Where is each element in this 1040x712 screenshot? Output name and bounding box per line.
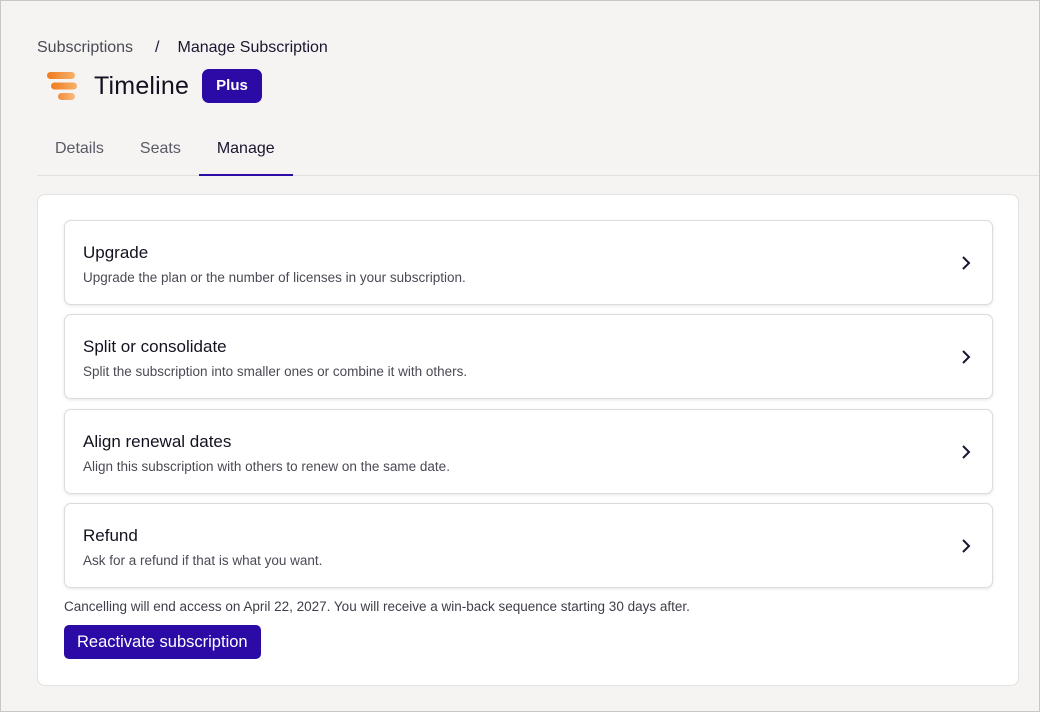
- align-renewal-option[interactable]: Align renewal dates Align this subscript…: [64, 409, 993, 494]
- plan-badge: Plus: [202, 69, 262, 103]
- page-header: Timeline Plus: [45, 69, 262, 103]
- refund-option[interactable]: Refund Ask for a refund if that is what …: [64, 503, 993, 588]
- option-description: Upgrade the plan or the number of licens…: [83, 270, 466, 285]
- option-description: Align this subscription with others to r…: [83, 459, 450, 474]
- breadcrumb-current: Manage Subscription: [177, 39, 328, 56]
- tab-details[interactable]: Details: [37, 127, 122, 174]
- breadcrumb-separator: /: [155, 39, 160, 56]
- chevron-right-icon: [962, 445, 971, 459]
- manage-panel: Upgrade Upgrade the plan or the number o…: [37, 194, 1019, 686]
- option-title: Refund: [83, 526, 138, 545]
- split-consolidate-option[interactable]: Split or consolidate Split the subscript…: [64, 314, 993, 399]
- tab-manage[interactable]: Manage: [198, 127, 293, 176]
- page-title: Timeline: [94, 71, 190, 100]
- option-title: Upgrade: [83, 243, 149, 262]
- option-description: Ask for a refund if that is what you wan…: [83, 553, 323, 568]
- tab-bar: Details Seats Manage: [37, 127, 1039, 176]
- chevron-right-icon: [962, 256, 971, 270]
- option-title: Split or consolidate: [83, 337, 227, 356]
- upgrade-option[interactable]: Upgrade Upgrade the plan or the number o…: [64, 220, 993, 305]
- option-title: Align renewal dates: [83, 432, 232, 451]
- timeline-logo-icon: [47, 72, 77, 100]
- tab-seats[interactable]: Seats: [122, 127, 199, 174]
- cancellation-note: Cancelling will end access on April 22, …: [64, 599, 690, 614]
- option-description: Split the subscription into smaller ones…: [83, 364, 468, 379]
- chevron-right-icon: [962, 539, 971, 553]
- breadcrumb: Subscriptions / Manage Subscription: [37, 39, 328, 57]
- chevron-right-icon: [962, 350, 971, 364]
- breadcrumb-subscriptions-link[interactable]: Subscriptions: [37, 39, 133, 57]
- reactivate-subscription-button[interactable]: Reactivate subscription: [64, 625, 261, 659]
